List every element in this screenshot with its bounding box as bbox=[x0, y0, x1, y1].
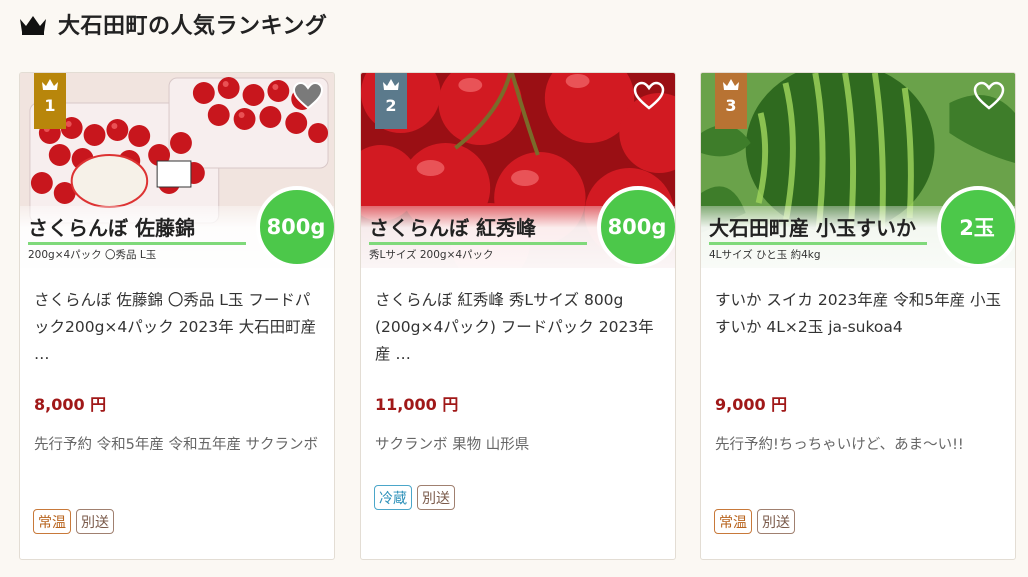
crown-icon bbox=[723, 79, 739, 90]
badge-room-temperature: 常温 bbox=[714, 509, 752, 534]
caption-underline bbox=[369, 242, 587, 245]
weight-badge: 800g bbox=[256, 186, 334, 268]
product-photo[interactable]: 2 さくらんぼ 紅秀峰 秀Lサイズ 200g×4パック 800g bbox=[361, 73, 675, 268]
weight-badge: 800g bbox=[597, 186, 675, 268]
badge-separate-shipping: 別送 bbox=[757, 509, 795, 534]
product-tags: 先行予約!ちっちゃいけど、あま〜い!! bbox=[715, 437, 964, 453]
product-tags: サクランボ 果物 山形県 bbox=[375, 437, 530, 453]
crown-icon bbox=[42, 79, 58, 90]
product-description[interactable]: すいか スイカ 2023年産 令和5年産 小玉すいか 4L×2玉 ja-suko… bbox=[715, 287, 1003, 341]
crown-icon bbox=[383, 79, 399, 90]
product-price: 9,000 円 bbox=[715, 395, 788, 414]
product-tags: 先行予約 令和5年産 令和五年産 サクランボ bbox=[34, 437, 319, 453]
photo-product-sub: 秀Lサイズ 200g×4パック bbox=[369, 249, 494, 261]
badge-room-temperature: 常温 bbox=[33, 509, 71, 534]
photo-product-name: さくらんぼ 佐藤錦 bbox=[28, 216, 195, 240]
favorite-heart-icon[interactable] bbox=[292, 81, 324, 111]
caption-underline bbox=[28, 242, 246, 245]
shipping-badges: 冷蔵 別送 bbox=[374, 485, 455, 510]
product-card-2[interactable]: 2 さくらんぼ 紅秀峰 秀Lサイズ 200g×4パック 800g さくらんぼ 紅… bbox=[360, 72, 676, 560]
product-price: 11,000 円 bbox=[375, 395, 459, 414]
photo-product-name: さくらんぼ 紅秀峰 bbox=[369, 216, 536, 240]
product-card-3[interactable]: 3 大石田町産 小玉すいか 4Lサイズ ひと玉 約4kg 2玉 すいか スイカ … bbox=[700, 72, 1016, 560]
rank-badge: 3 bbox=[715, 73, 747, 129]
badge-separate-shipping: 別送 bbox=[76, 509, 114, 534]
shipping-badges: 常温 別送 bbox=[714, 509, 795, 534]
rank-badge: 2 bbox=[375, 73, 407, 129]
caption-underline bbox=[709, 242, 927, 245]
product-description[interactable]: さくらんぼ 紅秀峰 秀Lサイズ 800g (200g×4パック) フードパック … bbox=[375, 287, 663, 368]
favorite-heart-icon[interactable] bbox=[633, 81, 665, 111]
rank-number: 3 bbox=[725, 96, 737, 115]
product-card-1[interactable]: 1 さくらんぼ 佐藤錦 200g×4パック 〇秀品 L玉 800g さくらんぼ … bbox=[19, 72, 335, 560]
rank-badge: 1 bbox=[34, 73, 66, 129]
product-photo[interactable]: 3 大石田町産 小玉すいか 4Lサイズ ひと玉 約4kg 2玉 bbox=[701, 73, 1015, 268]
product-photo[interactable]: 1 さくらんぼ 佐藤錦 200g×4パック 〇秀品 L玉 800g bbox=[20, 73, 334, 268]
photo-product-sub: 200g×4パック 〇秀品 L玉 bbox=[28, 249, 157, 261]
rank-number: 1 bbox=[44, 96, 56, 115]
badge-refrigerated: 冷蔵 bbox=[374, 485, 412, 510]
product-price: 8,000 円 bbox=[34, 395, 107, 414]
photo-product-sub: 4Lサイズ ひと玉 約4kg bbox=[709, 249, 821, 261]
photo-product-name: 大石田町産 小玉すいか bbox=[709, 216, 916, 240]
rank-number: 2 bbox=[385, 96, 397, 115]
crown-icon bbox=[20, 16, 46, 35]
favorite-heart-icon[interactable] bbox=[973, 81, 1005, 111]
product-description[interactable]: さくらんぼ 佐藤錦 〇秀品 L玉 フードパック200g×4パック 2023年 大… bbox=[34, 287, 322, 368]
section-title: 大石田町の人気ランキング bbox=[58, 14, 328, 39]
badge-separate-shipping: 別送 bbox=[417, 485, 455, 510]
weight-badge: 2玉 bbox=[937, 186, 1015, 268]
shipping-badges: 常温 別送 bbox=[33, 509, 114, 534]
section-header: 大石田町の人気ランキング bbox=[18, 6, 327, 42]
